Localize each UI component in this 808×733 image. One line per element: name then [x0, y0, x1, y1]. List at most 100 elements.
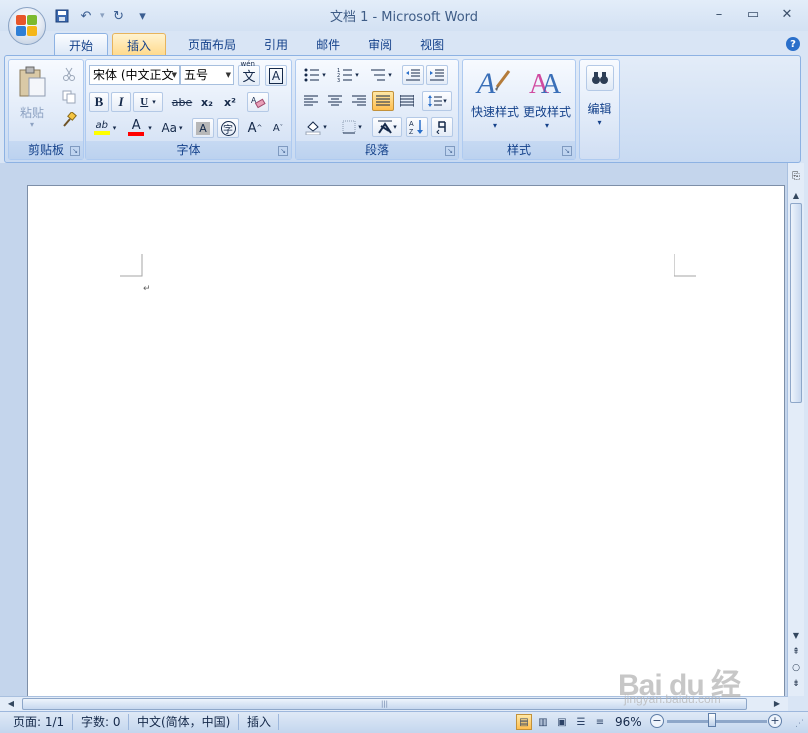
decrease-indent-button[interactable] [402, 65, 424, 85]
grow-font-button[interactable]: A ^ [244, 118, 266, 138]
zoom-slider-thumb[interactable] [708, 713, 716, 727]
bold-button[interactable]: B [89, 92, 109, 112]
align-center-button[interactable] [324, 91, 346, 111]
quick-styles-dropdown-icon[interactable]: ▾ [467, 121, 523, 130]
language-status[interactable]: 中文(简体，中国) [137, 714, 230, 730]
bullets-dropdown-icon[interactable]: ▾ [322, 71, 326, 79]
font-launcher-icon[interactable]: ↘ [278, 146, 288, 156]
cut-icon[interactable] [59, 64, 79, 84]
chinese-layout-dropdown-icon[interactable]: ▾ [393, 123, 397, 131]
next-page-icon[interactable]: ⇟ [789, 677, 803, 691]
paste-button[interactable]: 粘贴 ▾ [13, 64, 51, 136]
bullets-button[interactable]: ▾ [300, 65, 330, 85]
change-case-button[interactable]: Aa ▾ [157, 118, 187, 138]
font-size-combo[interactable]: 五号 ▼ [180, 65, 234, 85]
tab-review[interactable]: 审阅 [354, 33, 406, 56]
scroll-up-icon[interactable]: ▲ [789, 189, 803, 203]
show-marks-button[interactable] [431, 117, 453, 137]
line-spacing-dropdown-icon[interactable]: ▾ [443, 97, 447, 105]
font-color-dropdown-icon[interactable]: ▾ [148, 124, 152, 132]
page-count[interactable]: 页面: 1/1 [13, 714, 64, 730]
multilevel-list-button[interactable]: ▾ [366, 65, 396, 85]
zoom-slider-track[interactable] [667, 720, 767, 723]
change-case-dropdown-icon[interactable]: ▾ [179, 124, 183, 132]
increase-indent-button[interactable] [426, 65, 448, 85]
paste-dropdown-icon[interactable]: ▾ [13, 120, 51, 129]
vertical-scrollbar[interactable]: ⎘ ▲ ▼ ⇞ ○ ⇟ [787, 163, 804, 696]
underline-button[interactable]: U ▾ [133, 92, 163, 112]
maximize-icon[interactable]: ▭ [738, 4, 768, 24]
superscript-button[interactable]: x² [219, 92, 241, 112]
font-name-combo[interactable]: 宋体 (中文正文 ▼ [89, 65, 180, 85]
align-left-button[interactable] [300, 91, 322, 111]
italic-button[interactable]: I [111, 92, 131, 112]
quick-styles-button[interactable]: A 快速样式 ▾ [467, 63, 519, 139]
highlight-dropdown-icon[interactable]: ▾ [113, 124, 117, 132]
outline-view-icon[interactable]: ☰ [573, 714, 589, 730]
zoom-in-icon[interactable]: + [768, 714, 782, 728]
zoom-out-icon[interactable]: − [650, 714, 664, 728]
shading-button[interactable]: ▾ [300, 117, 332, 137]
tab-insert[interactable]: 插入 [112, 33, 167, 56]
borders-button[interactable]: ▾ [336, 117, 368, 137]
print-layout-view-icon[interactable]: ▤ [516, 714, 532, 730]
paragraph-launcher-icon[interactable]: ↘ [445, 146, 455, 156]
tab-mailings[interactable]: 邮件 [302, 33, 354, 56]
change-styles-button[interactable]: A A 更改样式 ▾ [521, 63, 573, 139]
web-layout-view-icon[interactable]: ▣ [554, 714, 570, 730]
clipboard-launcher-icon[interactable]: ↘ [70, 146, 80, 156]
shrink-font-button[interactable]: Aˇ [267, 118, 289, 138]
align-right-button[interactable] [348, 91, 370, 111]
styles-launcher-icon[interactable]: ↘ [562, 146, 572, 156]
insert-mode-status[interactable]: 插入 [247, 714, 271, 730]
scroll-left-icon[interactable]: ◀ [4, 697, 18, 711]
line-spacing-button[interactable]: ▾ [422, 91, 452, 111]
tab-references[interactable]: 引用 [250, 33, 302, 56]
shading-dropdown-icon[interactable]: ▾ [323, 123, 327, 131]
font-size-dropdown-icon[interactable]: ▼ [226, 66, 231, 84]
word-count[interactable]: 字数: 0 [81, 714, 121, 730]
sort-button[interactable]: AZ [406, 117, 428, 137]
borders-dropdown-icon[interactable]: ▾ [358, 123, 362, 131]
clear-formatting-button[interactable]: A [247, 92, 269, 112]
change-styles-dropdown-icon[interactable]: ▾ [521, 121, 573, 130]
tab-home[interactable]: 开始 [54, 33, 109, 56]
subscript-button[interactable]: x₂ [196, 92, 218, 112]
help-icon[interactable]: ? [786, 37, 800, 51]
multilevel-list-dropdown-icon[interactable]: ▾ [388, 71, 392, 79]
chinese-layout-button[interactable]: ▾ [372, 117, 402, 137]
highlight-button[interactable]: ab ▾ [89, 118, 121, 138]
vertical-scroll-thumb[interactable] [790, 203, 802, 403]
minimize-icon[interactable]: – [704, 4, 734, 24]
select-browse-object-icon[interactable]: ○ [789, 661, 803, 675]
underline-dropdown-icon[interactable]: ▾ [152, 98, 156, 106]
distribute-button[interactable] [396, 91, 418, 111]
phonetic-guide-button[interactable]: 文 wén [238, 60, 260, 86]
numbering-dropdown-icon[interactable]: ▾ [355, 71, 359, 79]
close-icon[interactable]: ✕ [772, 4, 802, 24]
editing-group[interactable]: 编辑 ▾ [579, 59, 620, 160]
char-border-button[interactable]: A [265, 65, 287, 86]
editing-dropdown-icon[interactable]: ▾ [580, 118, 619, 127]
scroll-right-icon[interactable]: ▶ [770, 697, 784, 711]
zoom-level[interactable]: 96% [615, 714, 642, 730]
copy-icon[interactable] [59, 87, 79, 107]
view-ruler-icon[interactable]: ⎘ [789, 171, 803, 185]
resize-grip-icon[interactable]: ⋰ [795, 719, 804, 729]
font-color-button[interactable]: A ▾ [123, 118, 157, 138]
enclose-char-button[interactable]: 字 [217, 118, 239, 138]
scroll-down-icon[interactable]: ▼ [789, 629, 803, 643]
draft-view-icon[interactable]: ≡ [592, 714, 608, 730]
char-shading-button[interactable]: A [192, 118, 214, 138]
office-button[interactable] [8, 7, 46, 45]
tab-page-layout[interactable]: 页面布局 [174, 33, 250, 56]
tab-view[interactable]: 视图 [406, 33, 458, 56]
full-screen-reading-view-icon[interactable]: ▥ [535, 714, 551, 730]
format-painter-icon[interactable] [59, 110, 79, 130]
justify-button[interactable] [372, 91, 394, 111]
previous-page-icon[interactable]: ⇞ [789, 645, 803, 659]
strikethrough-button[interactable]: abe [169, 92, 195, 112]
font-name-dropdown-icon[interactable]: ▼ [172, 66, 177, 84]
numbering-button[interactable]: 123 ▾ [333, 65, 363, 85]
document-page[interactable] [27, 185, 785, 705]
